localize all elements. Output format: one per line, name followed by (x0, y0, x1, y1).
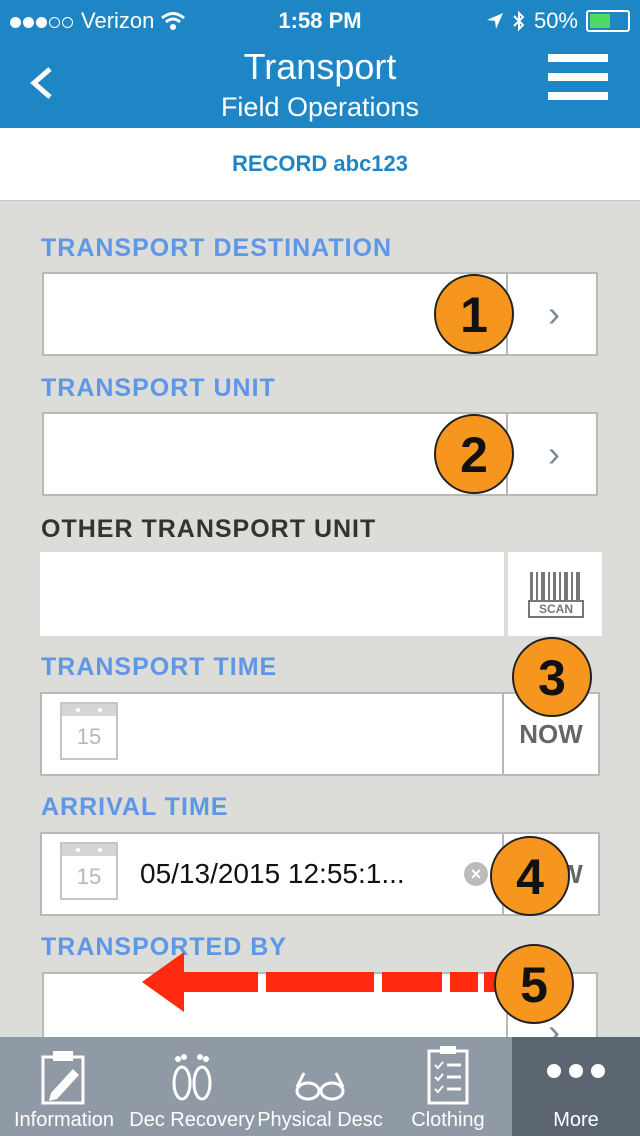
step-marker-3: 3 (512, 637, 592, 717)
location-arrow-icon (486, 13, 503, 29)
transport-unit-label: TRANSPORT UNIT (41, 374, 276, 402)
transport-unit-picker[interactable]: › (42, 412, 598, 496)
clear-icon[interactable]: × (464, 862, 488, 886)
transport-time-field[interactable]: 15 NOW (40, 692, 600, 776)
status-right: 50% (486, 8, 630, 34)
battery-icon (586, 10, 630, 32)
battery-percent: 50% (533, 8, 578, 33)
tab-bar: Information Dec Recovery Physical Desc C… (0, 1037, 640, 1136)
step-marker-4: 4 (490, 836, 570, 916)
step-marker-2: 2 (434, 414, 514, 494)
footprints-icon (172, 1054, 212, 1101)
page-title: Transport (243, 46, 397, 87)
tab-clothing[interactable]: Clothing (384, 1037, 512, 1136)
tab-dec-recovery[interactable]: Dec Recovery (128, 1037, 256, 1136)
calendar-icon[interactable]: 15 (60, 842, 118, 900)
transport-destination-label: TRANSPORT DESTINATION (41, 234, 393, 262)
scan-label: SCAN (538, 602, 573, 616)
navigation-bar: Transport Field Operations (0, 40, 640, 128)
left-arrow-annotation-icon (142, 952, 498, 1012)
record-id: RECORD abc123 (0, 128, 640, 201)
transport-time-label: TRANSPORT TIME (41, 653, 278, 681)
step-marker-5: 5 (494, 944, 574, 1024)
other-transport-unit-input[interactable] (40, 552, 504, 636)
arrival-time-label: ARRIVAL TIME (41, 793, 229, 821)
other-transport-unit-label: OTHER TRANSPORT UNIT (41, 515, 377, 543)
chevron-right-icon: › (548, 433, 560, 474)
scan-button[interactable]: SCAN (508, 552, 602, 636)
page-subtitle: Field Operations (220, 92, 420, 122)
arrival-time-value: 05/13/2015 12:55:1... (140, 858, 405, 889)
tab-physical-desc[interactable]: Physical Desc (256, 1037, 384, 1136)
status-bar: Verizon 1:58 PM 50% (0, 0, 640, 40)
tab-information[interactable]: Information (0, 1037, 128, 1136)
chevron-right-icon: › (548, 293, 560, 334)
checklist-icon (427, 1046, 469, 1105)
glasses-icon (295, 1072, 345, 1101)
calendar-icon[interactable]: 15 (60, 702, 118, 760)
clipboard-pen-icon (41, 1051, 85, 1105)
hamburger-menu-icon[interactable] (548, 54, 608, 111)
more-dots-icon (547, 1064, 605, 1078)
bluetooth-icon (513, 10, 525, 32)
tab-more[interactable]: More (512, 1037, 640, 1136)
step-marker-1: 1 (434, 274, 514, 354)
transport-destination-picker[interactable]: › (42, 272, 598, 356)
